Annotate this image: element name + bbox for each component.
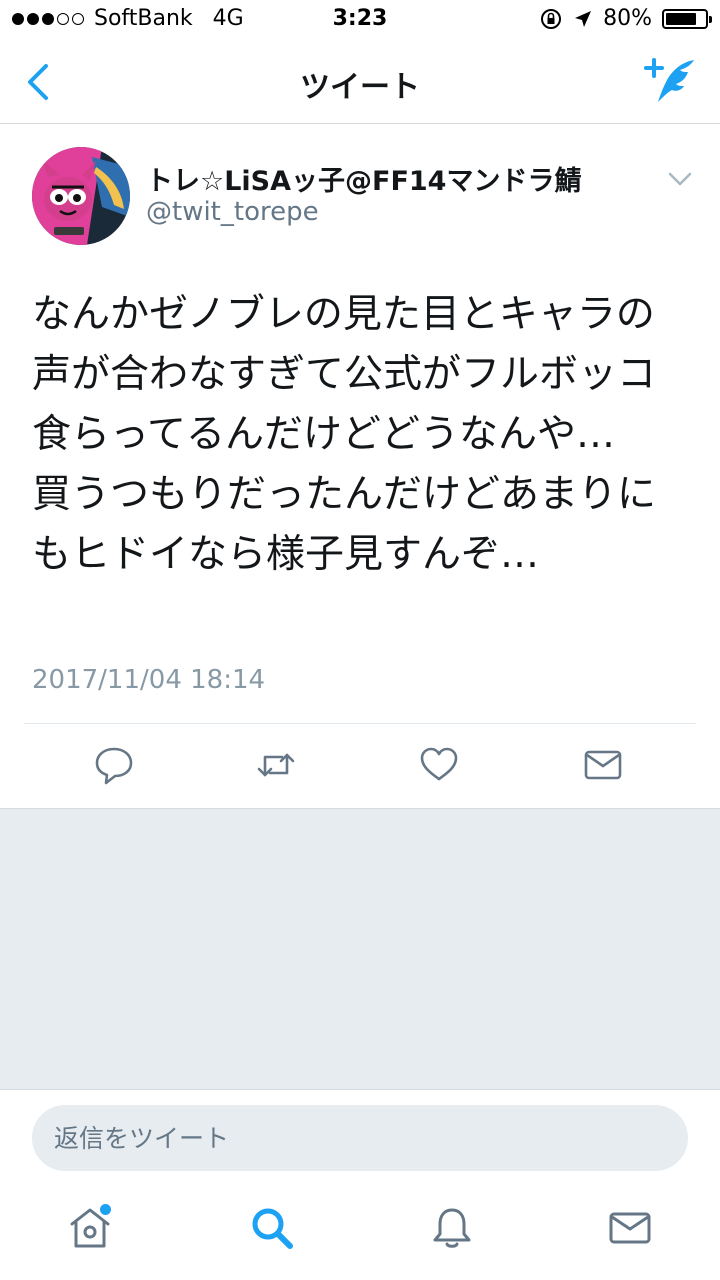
battery-percent: 80% [603, 6, 652, 31]
chevron-down-icon[interactable] [666, 169, 694, 189]
search-icon[interactable] [248, 1204, 296, 1252]
battery-fill [666, 12, 697, 25]
reply-input[interactable] [32, 1105, 688, 1171]
retweet-icon[interactable] [256, 745, 296, 785]
status-bar: SoftBank 4G 3:23 80% [0, 0, 720, 40]
like-icon[interactable] [419, 745, 459, 785]
direct-message-icon[interactable] [583, 745, 623, 785]
page-title: ツイート [300, 70, 420, 105]
user-handle[interactable]: @twit_torepe [146, 197, 319, 227]
user-display-name[interactable]: トレ☆LiSAッ子@FF14マンドラ鯖 [146, 159, 581, 198]
notification-badge [100, 1204, 111, 1215]
tweet-timestamp: 2017/11/04 18:14 [32, 665, 266, 695]
navigation-bar: ツイート [0, 40, 720, 124]
reply-icon[interactable] [94, 745, 134, 785]
notifications-icon[interactable] [428, 1204, 476, 1252]
divider [24, 723, 696, 724]
reply-bar [0, 1090, 720, 1186]
tweet-detail: トレ☆LiSAッ子@FF14マンドラ鯖 @twit_torepe なんかゼノブレ… [0, 125, 720, 808]
battery-icon [662, 8, 712, 29]
tab-bar [0, 1186, 720, 1280]
orientation-lock-icon [541, 8, 562, 29]
tweet-text: なんかゼノブレの見た目とキャラの声が合わなすぎて公式がフルボッコ食らってるんだけ… [32, 292, 657, 577]
location-arrow-icon [575, 10, 592, 27]
tweet-actions [0, 725, 720, 807]
messages-icon[interactable] [606, 1204, 654, 1252]
compose-tweet-icon[interactable] [642, 56, 698, 106]
replies-area [0, 808, 720, 1090]
avatar[interactable] [32, 147, 130, 245]
status-right: 80% [539, 6, 712, 31]
